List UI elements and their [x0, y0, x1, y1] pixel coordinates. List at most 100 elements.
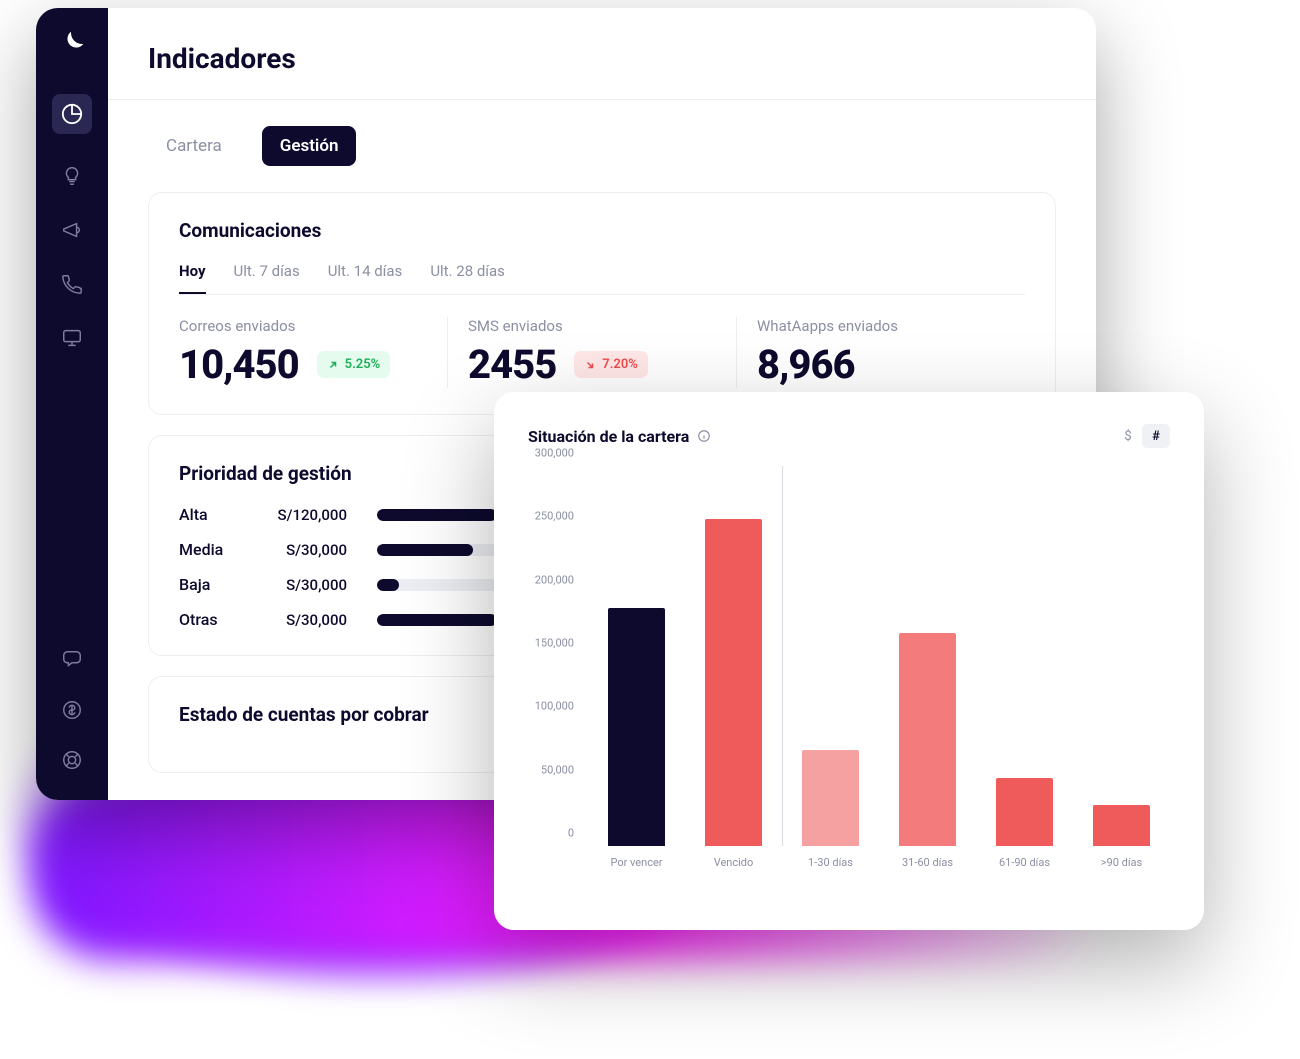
- prio-name: Media: [179, 540, 244, 559]
- stat-whatsapp: WhatAapps enviados 8,966: [737, 317, 1025, 388]
- chart-bar: [802, 750, 858, 846]
- chart-title: Situación de la cartera: [528, 427, 711, 446]
- prio-bar-fill: [377, 544, 473, 556]
- stats-row: Correos enviados 10,450 5.25% SMS enviad…: [179, 317, 1025, 388]
- chart-toggle: $ #: [1114, 424, 1170, 448]
- chart-bar: [705, 519, 761, 846]
- y-tick: 100,000: [535, 700, 574, 713]
- prio-name: Baja: [179, 575, 244, 594]
- prio-amount: S/120,000: [274, 506, 347, 524]
- prioridad-row: Media S/30,000: [179, 540, 497, 559]
- main-tabs: Cartera Gestión: [108, 100, 1096, 186]
- comunicaciones-panel: Comunicaciones Hoy Ult. 7 días Ult. 14 d…: [148, 192, 1056, 415]
- toggle-count[interactable]: #: [1142, 424, 1170, 448]
- arrow-down-right-icon: [584, 359, 596, 371]
- bar-slot: [1073, 466, 1170, 846]
- y-tick: 50,000: [541, 763, 574, 776]
- prio-amount: S/30,000: [274, 541, 347, 559]
- chart-area: 050,000100,000150,000200,000250,000300,0…: [528, 466, 1170, 886]
- nav-indicators-icon[interactable]: [52, 94, 92, 134]
- y-tick: 0: [568, 827, 574, 840]
- chart-y-axis: 050,000100,000150,000200,000250,000300,0…: [528, 466, 582, 846]
- bar-slot: [782, 466, 879, 846]
- stat-correos: Correos enviados 10,450 5.25%: [179, 317, 448, 388]
- prioridad-row: Baja S/30,000: [179, 575, 497, 594]
- stat-correos-value: 10,450: [179, 341, 299, 388]
- sidebar-nav-bottom: [60, 648, 84, 800]
- prio-bar-track: [377, 614, 497, 626]
- subtab-7d[interactable]: Ult. 7 días: [234, 262, 300, 294]
- chart-bar: [1093, 805, 1149, 846]
- nav-chat-icon[interactable]: [60, 648, 84, 672]
- x-label: Vencido: [685, 846, 782, 886]
- prioridad-panel: Prioridad de gestión AltaS/120,000MediaS…: [148, 435, 528, 656]
- chart-title-text: Situación de la cartera: [528, 427, 689, 446]
- estado-panel: Estado de cuentas por cobrar: [148, 676, 528, 773]
- chart-group-separator: [782, 466, 783, 846]
- y-tick: 150,000: [535, 637, 574, 650]
- nav-phone-icon[interactable]: [60, 272, 84, 296]
- prio-bar-fill: [377, 614, 497, 626]
- prio-bar-fill: [377, 579, 399, 591]
- stat-wa-label: WhatAapps enviados: [757, 317, 1005, 335]
- sidebar: [36, 8, 108, 800]
- prio-bar-track: [377, 544, 497, 556]
- tab-cartera[interactable]: Cartera: [148, 126, 240, 166]
- stat-wa-value: 8,966: [757, 341, 855, 388]
- arrow-up-right-icon: [327, 359, 339, 371]
- tab-gestion[interactable]: Gestión: [262, 126, 357, 166]
- estado-title: Estado de cuentas por cobrar: [179, 703, 497, 726]
- chart-bars: [588, 466, 1170, 846]
- chart-plot: [588, 466, 1170, 846]
- bar-slot: [685, 466, 782, 846]
- comunicaciones-subtabs: Hoy Ult. 7 días Ult. 14 días Ult. 28 día…: [179, 262, 1025, 295]
- bar-slot: [976, 466, 1073, 846]
- stat-sms-label: SMS enviados: [468, 317, 716, 335]
- prio-name: Alta: [179, 505, 244, 524]
- x-label: 1-30 días: [782, 846, 879, 886]
- prio-name: Otras: [179, 610, 244, 629]
- stat-sms-value: 2455: [468, 341, 556, 388]
- prio-bar-track: [377, 579, 497, 591]
- subtab-28d[interactable]: Ult. 28 días: [430, 262, 505, 294]
- stat-sms-delta-badge: 7.20%: [574, 351, 648, 378]
- nav-dollar-icon[interactable]: [60, 698, 84, 722]
- stat-correos-delta-badge: 5.25%: [317, 351, 391, 378]
- toggle-currency[interactable]: $: [1114, 424, 1142, 448]
- situacion-chart-card: Situación de la cartera $ # 0 50,000 100,0…: [494, 392, 1204, 930]
- nav-megaphone-icon[interactable]: [60, 218, 84, 242]
- prioridad-list: AltaS/120,000MediaS/30,000BajaS/30,000Ot…: [179, 505, 497, 629]
- y-tick: 200,000: [535, 573, 574, 586]
- bar-slot: [879, 466, 976, 846]
- prioridad-row: Otras S/30,000: [179, 610, 497, 629]
- nav-monitor-icon[interactable]: [60, 326, 84, 350]
- prio-amount: S/30,000: [274, 611, 347, 629]
- y-tick: 300,000: [535, 447, 574, 460]
- chart-x-labels: Por vencerVencido1-30 días31-60 días61-9…: [588, 846, 1170, 886]
- stat-sms: SMS enviados 2455 7.20%: [448, 317, 737, 388]
- sidebar-nav-top: [52, 94, 92, 648]
- chart-header: Situación de la cartera $ #: [528, 424, 1170, 448]
- info-icon[interactable]: [697, 429, 711, 443]
- prio-bar-track: [377, 509, 497, 521]
- prio-bar-fill: [377, 509, 497, 521]
- nav-lightbulb-icon[interactable]: [60, 164, 84, 188]
- x-label: 61-90 días: [976, 846, 1073, 886]
- chart-bar: [996, 778, 1052, 846]
- prio-amount: S/30,000: [274, 576, 347, 594]
- x-label: >90 días: [1073, 846, 1170, 886]
- x-label: Por vencer: [588, 846, 685, 886]
- comunicaciones-title: Comunicaciones: [179, 219, 1025, 242]
- nav-lifebuoy-icon[interactable]: [60, 748, 84, 772]
- x-label: 31-60 días: [879, 846, 976, 886]
- chart-bar: [608, 608, 664, 846]
- stat-correos-label: Correos enviados: [179, 317, 427, 335]
- y-tick: 250,000: [535, 510, 574, 523]
- app-logo-moon-icon: [57, 28, 87, 58]
- subtab-14d[interactable]: Ult. 14 días: [328, 262, 403, 294]
- prioridad-row: Alta S/120,000: [179, 505, 497, 524]
- subtab-hoy[interactable]: Hoy: [179, 262, 206, 294]
- stat-sms-delta: 7.20%: [602, 357, 638, 372]
- bar-slot: [588, 466, 685, 846]
- stat-correos-delta: 5.25%: [345, 357, 381, 372]
